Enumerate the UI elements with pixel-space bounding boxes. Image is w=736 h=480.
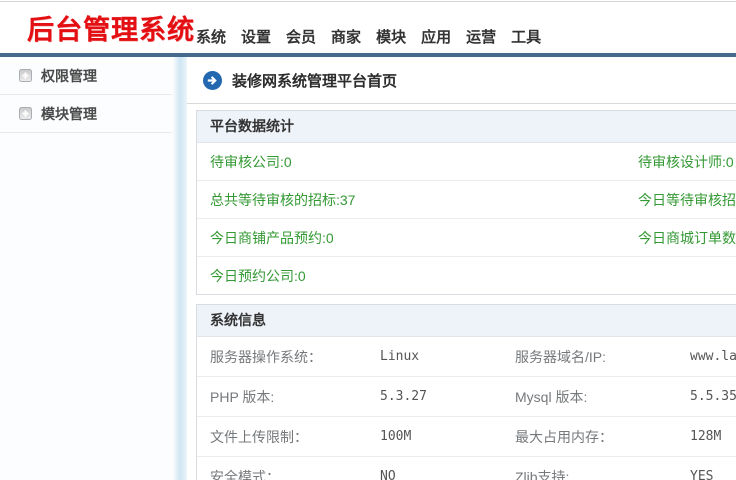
nav-item-tools[interactable]: 工具 (511, 26, 541, 47)
nav-item-system[interactable]: 系统 (196, 26, 226, 47)
nav-item-operations[interactable]: 运营 (466, 26, 496, 47)
info-value-domain: www.laj (690, 349, 736, 364)
info-label-domain: 服务器域名/IP: (515, 347, 690, 367)
page-title-bar: 装修网系统管理平台首页 (187, 57, 736, 104)
top-divider (0, 1, 736, 2)
info-value-php: 5.3.27 (380, 389, 515, 404)
sidebar-splitter[interactable] (172, 57, 187, 480)
stat-today-pending-bids: 今日等待审核招标 (638, 190, 736, 210)
system-info-row: 服务器操作系统： Linux 服务器域名/IP: www.laj (197, 337, 736, 377)
main-content: 装修网系统管理平台首页 平台数据统计 待审核公司:0 待审核设计师:0 总共等待… (187, 57, 736, 480)
stat-pending-designers: 待审核设计师:0 (638, 152, 736, 172)
left-sidebar: 权限管理 模块管理 (0, 57, 172, 480)
stat-today-mall-orders: 今日商城订单数:0 (638, 228, 736, 248)
info-value-os: Linux (380, 349, 515, 364)
sidebar-item-label: 模块管理 (41, 104, 97, 124)
admin-dashboard-screen: 后台管理系统 系统 设置 会员 商家 模块 应用 运营 工具 权限管理 (0, 0, 736, 480)
sidebar-item-label: 权限管理 (41, 66, 97, 86)
info-value-safe-mode: NO (380, 469, 515, 480)
sidebar-item-modules[interactable]: 模块管理 (0, 95, 172, 133)
page-title: 装修网系统管理平台首页 (232, 70, 397, 91)
info-label-zlib: Zlib支持: (515, 467, 690, 480)
nav-item-merchants[interactable]: 商家 (331, 26, 361, 47)
system-info-row: 安全模式： NO Zlib支持: YES (197, 457, 736, 480)
stat-today-company-bookings: 今日预约公司:0 (197, 266, 638, 286)
info-label-php: PHP 版本: (210, 387, 380, 407)
info-value-mysql: 5.5.35. (690, 389, 736, 404)
info-value-upload-limit: 100M (380, 429, 515, 444)
nav-item-members[interactable]: 会员 (286, 26, 316, 47)
info-value-zlib: YES (690, 469, 736, 480)
info-label-max-memory: 最大占用内存： (515, 427, 690, 447)
system-info-row: 文件上传限制： 100M 最大占用内存： 128M (197, 417, 736, 457)
stat-row: 总共等待审核的招标:37 今日等待审核招标 (197, 181, 736, 219)
sidebar-item-permissions[interactable]: 权限管理 (0, 57, 172, 95)
main-nav: 系统 设置 会员 商家 模块 应用 运营 工具 (196, 26, 541, 47)
system-info-panel: 系统信息 服务器操作系统： Linux 服务器域名/IP: www.laj PH… (196, 304, 736, 480)
info-label-os: 服务器操作系统： (210, 347, 380, 367)
system-info-row: PHP 版本: 5.3.27 Mysql 版本: 5.5.35. (197, 377, 736, 417)
app-logo: 后台管理系统 (27, 8, 195, 47)
stat-row: 今日商铺产品预约:0 今日商城订单数:0 (197, 219, 736, 257)
info-value-max-memory: 128M (690, 429, 736, 444)
nav-item-apps[interactable]: 应用 (421, 26, 451, 47)
expand-plus-icon[interactable] (19, 107, 32, 120)
expand-plus-icon[interactable] (19, 69, 32, 82)
system-panel-title: 系统信息 (197, 305, 736, 337)
stat-row: 今日预约公司:0 (197, 257, 736, 294)
stats-panel-title: 平台数据统计 (197, 111, 736, 143)
stat-today-product-bookings: 今日商铺产品预约:0 (197, 228, 638, 248)
nav-item-settings[interactable]: 设置 (241, 26, 271, 47)
right-arrow-circle-icon (203, 71, 222, 90)
stats-panel: 平台数据统计 待审核公司:0 待审核设计师:0 总共等待审核的招标:37 今日等… (196, 110, 736, 295)
info-label-safe-mode: 安全模式： (210, 467, 380, 480)
info-label-upload-limit: 文件上传限制： (210, 427, 380, 447)
top-header: 后台管理系统 系统 设置 会员 商家 模块 应用 运营 工具 (0, 0, 736, 57)
stat-row: 待审核公司:0 待审核设计师:0 (197, 143, 736, 181)
info-label-mysql: Mysql 版本: (515, 387, 690, 407)
stat-total-pending-bids: 总共等待审核的招标:37 (197, 190, 638, 210)
stat-pending-companies: 待审核公司:0 (197, 152, 638, 172)
nav-item-modules[interactable]: 模块 (376, 26, 406, 47)
